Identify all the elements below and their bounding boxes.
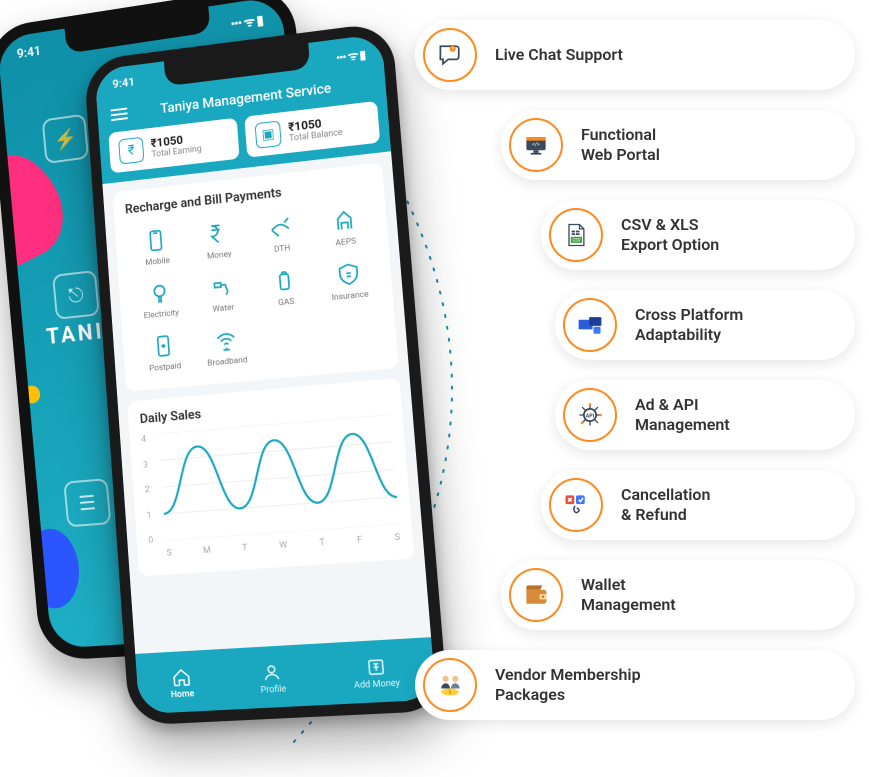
- feature-label: Cancellation& Refund: [621, 485, 710, 525]
- svg-text:?: ?: [452, 48, 454, 53]
- x-tick: S: [394, 533, 401, 548]
- y-tick: 2: [145, 484, 159, 495]
- service-electricity[interactable]: Electricity: [130, 274, 191, 327]
- insurance-icon: [334, 260, 362, 289]
- service-label: Electricity: [144, 308, 180, 321]
- status-time: 9:41: [16, 44, 42, 65]
- service-label: DTH: [274, 243, 291, 255]
- service-label: Money: [207, 249, 232, 261]
- feature-cancellation-refund[interactable]: Cancellation& Refund: [541, 470, 855, 540]
- service-label: Postpaid: [149, 361, 182, 374]
- decorative-yellow-dot: [22, 385, 40, 404]
- feature-icon: [563, 298, 617, 352]
- feature-cross-platform-adaptability[interactable]: Cross PlatformAdaptability: [555, 290, 855, 360]
- nav-profile[interactable]: Profile: [259, 662, 287, 696]
- y-tick: 0: [148, 535, 162, 546]
- service-water[interactable]: Water: [191, 267, 253, 320]
- feature-vendor-membership-packages[interactable]: $ Vendor MembershipPackages: [415, 650, 855, 720]
- bottom-nav: Home Profile Add Money: [135, 637, 436, 714]
- feature-csv-xls-export-option[interactable]: CSV CSV & XLSExport Option: [541, 200, 855, 270]
- x-tick: F: [357, 535, 363, 550]
- service-gas[interactable]: GAS: [254, 261, 317, 314]
- water-icon: [208, 273, 235, 301]
- wallet-icon: ▣: [255, 120, 282, 148]
- service-insurance[interactable]: Insurance: [317, 254, 381, 308]
- feature-wallet-management[interactable]: WalletManagement: [501, 560, 855, 630]
- service-aeps[interactable]: AEPS: [313, 200, 377, 254]
- feature-label: Cross PlatformAdaptability: [635, 305, 743, 345]
- service-label: AEPS: [335, 236, 356, 248]
- rupee-icon: [365, 656, 387, 678]
- status-indicators: ••• ᯤ ▮: [335, 46, 365, 66]
- feature-icon: </>: [509, 118, 563, 172]
- money-icon: [204, 220, 231, 248]
- feature-label: Vendor MembershipPackages: [495, 665, 641, 705]
- sales-chart: [158, 414, 399, 540]
- foreground-phone: 9:41 ••• ᯤ ▮ Taniya Management Service ₹…: [84, 21, 449, 725]
- y-tick: 3: [143, 459, 157, 470]
- feature-label: Ad & APIManagement: [635, 395, 730, 435]
- x-tick: S: [166, 548, 172, 562]
- x-tick: M: [203, 546, 212, 561]
- svg-text:API: API: [586, 414, 595, 420]
- tap-icon: ☰: [63, 478, 111, 527]
- feature-icon: [509, 568, 563, 622]
- nav-addmoney-label: Add Money: [354, 678, 401, 691]
- feature-live-chat-support[interactable]: ? Live Chat Support: [415, 20, 855, 90]
- service-label: Mobile: [145, 256, 170, 268]
- recharge-section: Recharge and Bill Payments MobileMoneyDT…: [112, 162, 398, 391]
- nav-add-money[interactable]: Add Money: [352, 656, 401, 691]
- dth-icon: [267, 213, 294, 241]
- feature-icon: ?: [423, 28, 477, 82]
- feature-icon: $: [423, 658, 477, 712]
- x-tick: T: [319, 538, 325, 553]
- svg-text:$: $: [449, 689, 452, 696]
- rupee-icon: ₹: [118, 137, 144, 165]
- service-broadband[interactable]: Broadband: [195, 321, 257, 374]
- feature-functional-web-portal[interactable]: </> FunctionalWeb Portal: [501, 110, 855, 180]
- service-label: Insurance: [331, 289, 369, 303]
- feature-ad-api-management[interactable]: API Ad & APIManagement: [555, 380, 855, 450]
- service-dth[interactable]: DTH: [250, 207, 313, 261]
- service-label: Water: [212, 303, 234, 315]
- mobile-icon: [143, 227, 170, 255]
- feature-label: WalletManagement: [581, 575, 676, 615]
- gas-icon: [271, 267, 299, 295]
- usb-icon: ⎋: [52, 270, 100, 320]
- service-label: GAS: [278, 297, 295, 308]
- postpaid-icon: [150, 332, 177, 360]
- x-tick: T: [242, 543, 248, 557]
- service-label: Broadband: [207, 355, 248, 369]
- status-indicators: ••• ᯤ ▮: [230, 10, 264, 33]
- service-mobile[interactable]: Mobile: [126, 221, 187, 274]
- svg-text:</>: </>: [532, 142, 540, 148]
- status-time: 9:41: [112, 75, 136, 94]
- profile-icon: [261, 662, 282, 683]
- feature-label: CSV & XLSExport Option: [621, 215, 719, 255]
- feature-icon: [549, 478, 603, 532]
- electricity-icon: [147, 279, 174, 307]
- nav-home[interactable]: Home: [169, 667, 195, 701]
- y-tick: 4: [141, 434, 155, 445]
- aeps-icon: [330, 206, 358, 235]
- nav-home-label: Home: [171, 689, 195, 700]
- broadband-icon: [212, 326, 239, 354]
- y-tick: 1: [146, 510, 160, 521]
- feature-icon: CSV: [549, 208, 603, 262]
- nav-profile-label: Profile: [260, 684, 286, 696]
- service-postpaid[interactable]: Postpaid: [134, 327, 195, 379]
- feature-icon: API: [563, 388, 617, 442]
- feature-label: Live Chat Support: [495, 45, 623, 65]
- x-tick: W: [279, 540, 288, 555]
- service-money[interactable]: Money: [188, 214, 250, 267]
- plug-icon: ⚡: [42, 114, 89, 164]
- daily-sales-card: Daily Sales 43210 SMTWTFS: [127, 378, 414, 577]
- decorative-blue-shape: [22, 527, 82, 610]
- svg-text:CSV: CSV: [572, 239, 580, 244]
- home-icon: [171, 667, 192, 688]
- feature-label: FunctionalWeb Portal: [581, 125, 660, 165]
